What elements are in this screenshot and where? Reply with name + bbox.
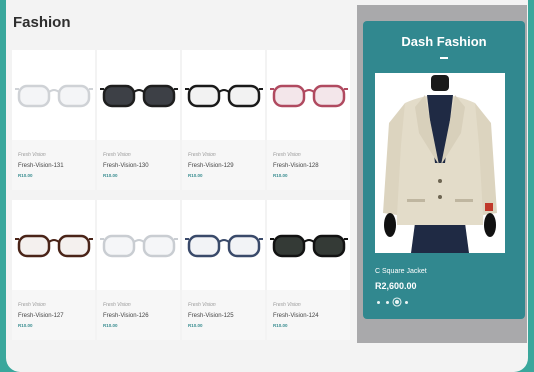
featured-product-price: R2,600.00: [375, 281, 417, 291]
product-price: R10.00: [273, 323, 288, 328]
product-image[interactable]: [267, 50, 350, 140]
product-name[interactable]: Fresh-Vision-131: [18, 163, 95, 169]
title-underline: [440, 57, 448, 59]
product-image[interactable]: [267, 200, 350, 290]
glasses-icon: [99, 84, 178, 108]
featured-product-image[interactable]: [375, 73, 505, 253]
glasses-icon: [269, 84, 348, 108]
product-brand: Fresh Vision: [18, 152, 46, 158]
featured-title: Dash Fashion: [401, 34, 487, 49]
product-image[interactable]: [182, 200, 265, 290]
featured-panel: Dash Fashion C Square Jacket R2,600.00: [363, 21, 525, 319]
product-card[interactable]: Fresh Vision Fresh-Vision-129 R10.00: [182, 50, 265, 190]
product-card[interactable]: Fresh Vision Fresh-Vision-127 R10.00: [12, 200, 95, 340]
featured-product-name[interactable]: C Square Jacket: [375, 268, 427, 275]
glasses-icon: [14, 84, 93, 108]
product-card[interactable]: Fresh Vision Fresh-Vision-126 R10.00: [97, 200, 180, 340]
product-price: R10.00: [18, 173, 33, 178]
product-price: R10.00: [273, 173, 288, 178]
product-card[interactable]: Fresh Vision Fresh-Vision-125 R10.00: [182, 200, 265, 340]
product-price: R10.00: [103, 173, 118, 178]
product-grid: Fresh Vision Fresh-Vision-131 R10.00 Fresh …: [12, 50, 352, 340]
product-brand: Fresh Vision: [103, 152, 131, 158]
section-title: Fashion: [13, 14, 71, 31]
featured-sidebar: Dash Fashion C Square Jacket R2,600.00: [357, 5, 527, 343]
product-brand: Fresh Vision: [273, 152, 301, 158]
product-price: R10.00: [18, 323, 33, 328]
jacket-mannequin-image: [375, 73, 505, 253]
product-price: R10.00: [188, 173, 203, 178]
product-brand: Fresh Vision: [188, 302, 216, 308]
product-name[interactable]: Fresh-Vision-129: [188, 163, 265, 169]
product-name[interactable]: Fresh-Vision-126: [103, 313, 180, 319]
product-image[interactable]: [12, 50, 95, 140]
product-image[interactable]: [12, 200, 95, 290]
product-name[interactable]: Fresh-Vision-128: [273, 163, 350, 169]
product-name[interactable]: Fresh-Vision-124: [273, 313, 350, 319]
carousel-dot[interactable]: [386, 300, 389, 304]
product-image[interactable]: [182, 50, 265, 140]
glasses-icon: [184, 234, 263, 258]
carousel-dot[interactable]: [377, 300, 380, 304]
product-card[interactable]: Fresh Vision Fresh-Vision-131 R10.00: [12, 50, 95, 190]
glasses-icon: [184, 84, 263, 108]
product-name[interactable]: Fresh-Vision-127: [18, 313, 95, 319]
product-image[interactable]: [97, 50, 180, 140]
product-image[interactable]: [97, 200, 180, 290]
product-card[interactable]: Fresh Vision Fresh-Vision-128 R10.00: [267, 50, 350, 190]
product-price: R10.00: [188, 323, 203, 328]
product-price: R10.00: [103, 323, 118, 328]
page-frame: Fashion Fresh Vision Fresh-Vision-131 R10.…: [6, 0, 528, 372]
glasses-icon: [14, 234, 93, 258]
product-brand: Fresh Vision: [18, 302, 46, 308]
carousel-dots: [377, 300, 408, 304]
glasses-icon: [269, 234, 348, 258]
product-brand: Fresh Vision: [188, 152, 216, 158]
product-name[interactable]: Fresh-Vision-125: [188, 313, 265, 319]
carousel-dot[interactable]: [395, 300, 399, 304]
product-card[interactable]: Fresh Vision Fresh-Vision-124 R10.00: [267, 200, 350, 340]
glasses-icon: [99, 234, 178, 258]
product-brand: Fresh Vision: [273, 302, 301, 308]
product-brand: Fresh Vision: [103, 302, 131, 308]
product-name[interactable]: Fresh-Vision-130: [103, 163, 180, 169]
carousel-dot[interactable]: [405, 300, 408, 304]
product-card[interactable]: Fresh Vision Fresh-Vision-130 R10.00: [97, 50, 180, 190]
